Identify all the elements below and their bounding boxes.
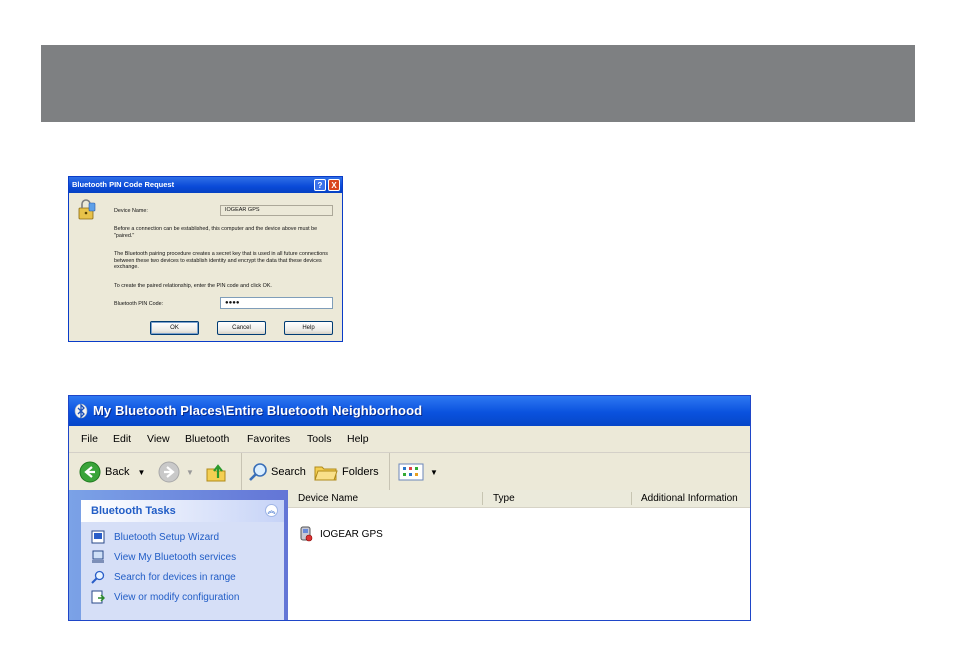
task-search-devices[interactable]: Search for devices in range [91,568,236,586]
column-divider[interactable] [631,492,632,505]
window-title-bar: My Bluetooth Places\Entire Bluetooth Nei… [69,396,750,426]
bluetooth-places-icon [74,403,88,419]
help-title-button[interactable]: ? [314,179,326,191]
cancel-button[interactable]: Cancel [217,321,266,335]
search-label: Search [271,466,306,478]
up-folder-icon [206,464,226,482]
wizard-icon [91,530,105,544]
device-item-iogear-gps[interactable]: IOGEAR GPS [298,526,383,542]
task-setup-wizard[interactable]: Bluetooth Setup Wizard [91,528,219,546]
views-dropdown-icon: ▼ [430,467,438,477]
lock-key-icon [78,199,96,220]
task-pane: Bluetooth Tasks ︽ Bluetooth Setup Wizard… [69,490,288,620]
gps-device-icon [300,526,313,542]
folders-icon [314,466,338,481]
menu-bar: File Edit View Bluetooth Favorites Tools… [69,426,750,453]
menu-bluetooth[interactable]: Bluetooth [185,426,229,452]
column-additional-information[interactable]: Additional Information [641,490,738,507]
column-divider[interactable] [482,492,483,505]
bluetooth-tasks-title: Bluetooth Tasks [91,505,176,517]
dialog-title: Bluetooth PIN Code Request [72,180,175,189]
folders-label: Folders [342,466,379,478]
search-button[interactable]: Search [241,453,306,491]
menu-tools[interactable]: Tools [307,426,332,452]
menu-favorites[interactable]: Favorites [247,426,290,452]
task-label: Search for devices in range [114,571,236,583]
pairing-description-text: The Bluetooth pairing procedure creates … [114,251,328,271]
column-header-bar: Device Name Type Additional Information [288,490,750,508]
menu-help[interactable]: Help [347,426,369,452]
folders-button[interactable]: Folders [314,453,379,491]
views-button[interactable]: ▼ [389,453,438,491]
back-dropdown-icon[interactable]: ▼ [137,468,145,477]
pairing-instruction-text: To create the paired relationship, enter… [114,283,272,289]
task-label: View or modify configuration [114,591,240,603]
back-label: Back [105,466,130,478]
device-name-field: IOGEAR GPS [220,205,333,216]
pin-code-input[interactable]: ●●●● [220,297,333,309]
task-view-services[interactable]: View My Bluetooth services [91,548,236,566]
search-icon [249,463,267,481]
search-devices-icon [91,570,105,584]
pairing-intro-text: Before a connection can be established, … [114,226,318,239]
column-type[interactable]: Type [493,490,515,507]
pin-code-dialog: Bluetooth PIN Code Request ? X Device Na… [68,176,343,342]
back-button[interactable]: Back ▼ [79,453,145,491]
menu-edit[interactable]: Edit [113,426,131,452]
task-label: View My Bluetooth services [114,551,237,563]
bluetooth-tasks-header[interactable]: Bluetooth Tasks ︽ [81,500,284,522]
window-title: My Bluetooth Places\Entire Bluetooth Nei… [93,403,423,418]
collapse-chevron-icon[interactable]: ︽ [265,504,278,517]
up-folder-button[interactable] [205,453,227,491]
dialog-title-bar: Bluetooth PIN Code Request ? X [69,177,342,193]
close-title-button[interactable]: X [328,179,340,191]
bluetooth-tasks-panel: Bluetooth Tasks ︽ Bluetooth Setup Wizard… [81,500,284,620]
back-arrow-icon [79,461,101,483]
help-button[interactable]: Help [284,321,333,335]
services-icon [92,550,104,563]
task-label: Bluetooth Setup Wizard [114,531,220,543]
device-list-view: Device Name Type Additional Information … [288,490,750,620]
views-icon [398,463,424,481]
device-item-label: IOGEAR GPS [320,528,383,540]
configuration-icon [91,590,105,604]
forward-dropdown-icon[interactable]: ▼ [186,468,194,477]
menu-file[interactable]: File [81,426,98,452]
ok-button[interactable]: OK [150,321,199,335]
header-banner [41,45,915,122]
forward-arrow-icon [158,461,180,483]
task-modify-configuration[interactable]: View or modify configuration [91,588,239,606]
toolbar: Back ▼ ▼ Search Folders ▼ [69,453,750,492]
menu-view[interactable]: View [147,426,170,452]
column-device-name[interactable]: Device Name [298,490,358,507]
bluetooth-places-window: My Bluetooth Places\Entire Bluetooth Nei… [68,395,751,621]
forward-button[interactable]: ▼ [158,453,194,491]
